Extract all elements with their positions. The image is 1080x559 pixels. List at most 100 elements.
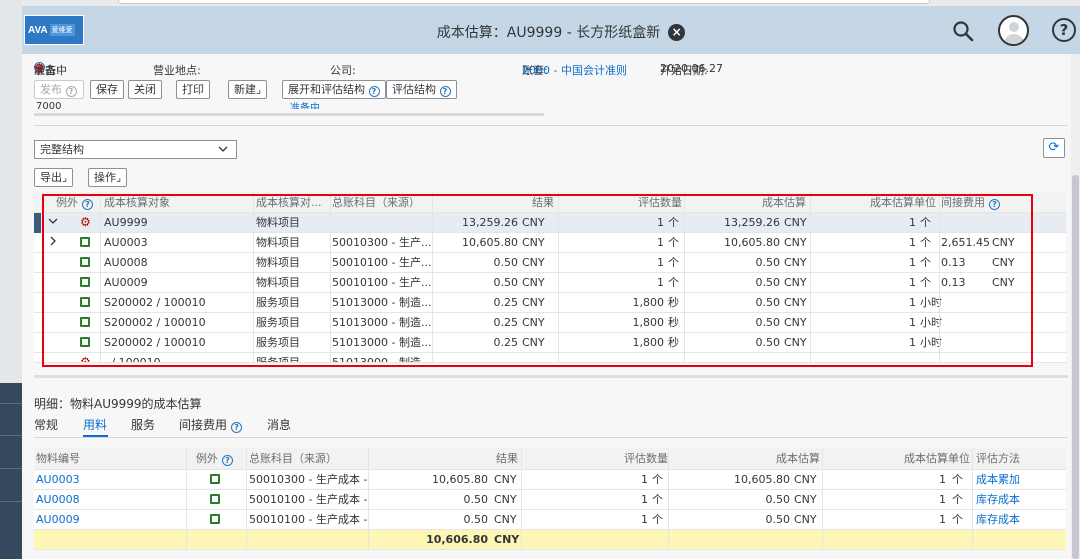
item-type: 物料项目 <box>256 256 300 269</box>
tab-materials[interactable]: 用料 <box>83 416 107 433</box>
gl-account: 50010300 - 生产成本 -... <box>249 473 369 486</box>
cost-object: S200002 / 100010 <box>104 296 206 309</box>
material-link[interactable]: AU0008 <box>36 490 186 510</box>
close-circle-icon[interactable]: × <box>668 23 686 41</box>
overhead-value <box>941 353 997 362</box>
overhead-currency <box>992 353 1028 362</box>
result-currency: CNY <box>522 336 545 349</box>
field-value-link[interactable]: 准备中 <box>290 99 320 109</box>
gl-account: 51013000 - 制造... <box>332 296 432 309</box>
search-icon[interactable] <box>952 20 974 42</box>
expand-chevron-icon[interactable] <box>48 233 60 253</box>
valuation-method-link[interactable]: 成本累加 <box>976 470 1066 490</box>
result-value: 13,259.26 <box>462 216 518 229</box>
help-icon[interactable]: ? <box>222 455 233 466</box>
help-icon: ? <box>368 86 380 97</box>
tab-general[interactable]: 常规 <box>34 416 58 433</box>
table-row[interactable]: AU0008 50010100 - 生产成本 -... 0.50 CNY 1 个 0.50 C… <box>34 490 1066 510</box>
expand-evaluate-button[interactable]: 展开和评估结构 ? <box>282 80 386 99</box>
help-icon[interactable]: ? <box>231 422 243 433</box>
valuation-method-link[interactable]: 库存成本 <box>976 510 1066 530</box>
result-currency: CNY <box>522 316 545 329</box>
tab-label: 服务 <box>131 418 156 432</box>
table-row[interactable]: AU0003 50010300 - 生产成本 -... 10,605.80 CNY 1 个… <box>34 470 1066 490</box>
left-nav-panel <box>0 383 22 559</box>
column-header: 例外? <box>196 448 236 468</box>
column-header: 成本核算对象 <box>104 196 170 209</box>
estimate-currency: CNY <box>784 236 807 249</box>
status-ok-icon <box>80 317 90 327</box>
collapse-chevron-icon[interactable] <box>48 213 60 233</box>
eval-quantity: 1 <box>641 473 648 486</box>
table-row[interactable]: AU0003 物料项目 50010300 - 生产... 10,605.80 CNY 1 个… <box>34 233 1066 253</box>
result-value: 0.25 <box>493 336 519 349</box>
table-row[interactable]: AU0009 物料项目 50010100 - 生产... 0.50 CNY 1 个 0.50 C… <box>34 273 1066 293</box>
close-button[interactable]: 关闭 <box>128 80 162 99</box>
table-row[interactable]: S200002 / 100010 服务项目 51013000 - 制造... 0.25… <box>34 293 1066 313</box>
cost-object: AU0003 <box>104 236 148 249</box>
export-button[interactable]: 导出⌟ <box>34 168 74 187</box>
operations-button[interactable]: 操作⌟ <box>88 168 128 187</box>
table-row[interactable]: S200002 / 100010 服务项目 51013000 - 制造... 0.25… <box>34 313 1066 333</box>
publish-button[interactable]: 发布 ? <box>34 80 84 99</box>
overhead-currency <box>992 213 1028 233</box>
ledger-link[interactable]: 2000 - 中国会计准则 <box>522 62 627 78</box>
estimate-currency: CNY <box>794 493 817 506</box>
help-icon[interactable]: ? <box>989 199 1000 210</box>
exception-cell <box>210 510 226 530</box>
eval-unit <box>668 353 684 362</box>
shell-header: AVA 爱维爱 成本估算：AU9999 - 长方形纸盒新 × ? <box>22 6 1080 54</box>
eval-quantity: 1,800 <box>632 316 665 329</box>
table-row[interactable]: S200002 / 100010 服务项目 51013000 - 制造... 0.25… <box>34 333 1066 353</box>
object-header: 状态: ? 准备中 ⚙ 营业地点: 公司: 账套: 2000 - 中国会计准则 … <box>34 62 1064 78</box>
eval-quantity: 1 <box>641 493 648 506</box>
tab-overhead[interactable]: 间接费用? <box>179 416 243 433</box>
app-title: 成本估算：AU9999 - 长方形纸盒新 <box>436 25 661 41</box>
user-avatar[interactable] <box>998 15 1029 46</box>
estimate-unit: 个 <box>952 513 963 526</box>
evaluate-structure-button[interactable]: 评估结构 ? <box>386 80 457 99</box>
tab-label: 常规 <box>34 418 59 432</box>
tab-services[interactable]: 服务 <box>131 416 155 433</box>
table-row[interactable]: ⚙ AU9999 物料项目 13,259.26 CNY 1 个 13,259.26 CNY 1 个 <box>34 213 1066 233</box>
scrollbar-thumb[interactable] <box>1072 175 1079 559</box>
app-title-bar: 成本估算：AU9999 - 长方形纸盒新 × <box>22 22 1080 42</box>
column-header: 成本估算单位 <box>904 452 970 465</box>
result-value: 0.50 <box>493 256 519 269</box>
table-row[interactable]: ⚙ - / 100010 服务项目 51013000 - 制造... <box>34 353 1066 363</box>
overhead-currency <box>992 313 1028 333</box>
estimate-currency: CNY <box>784 256 807 269</box>
overhead-value <box>941 313 997 333</box>
result-value <box>434 353 518 362</box>
cost-estimate: 0.50 <box>755 316 781 329</box>
result-value: 10,605.80 <box>462 236 518 249</box>
help-icon[interactable]: ? <box>82 199 93 210</box>
gl-account: 51013000 - 制造... <box>332 336 432 349</box>
new-button[interactable]: 新建⌟ <box>228 80 268 99</box>
estimate-currency: CNY <box>784 216 807 229</box>
tab-messages[interactable]: 消息 <box>267 416 291 433</box>
valuation-method-link[interactable]: 库存成本 <box>976 490 1066 510</box>
overhead-currency: CNY <box>992 236 1015 249</box>
material-link[interactable]: AU0009 <box>36 510 186 530</box>
eval-quantity: 1 <box>657 236 664 249</box>
save-button[interactable]: 保存 <box>90 80 124 99</box>
table-row[interactable]: AU0009 50010100 - 生产成本 -... 0.50 CNY 1 个 0.50 C… <box>34 510 1066 530</box>
refresh-button[interactable]: ⟳ <box>1043 138 1065 158</box>
estimate-currency: CNY <box>784 296 807 309</box>
print-button[interactable]: 打印 <box>176 80 210 99</box>
gl-account: 51013000 - 制造... <box>332 316 432 329</box>
material-link[interactable]: AU0003 <box>36 470 186 490</box>
column-header: 物料编号 <box>36 452 80 465</box>
browser-address-field[interactable] <box>118 0 930 4</box>
table-row[interactable]: AU0008 物料项目 50010100 - 生产... 0.50 CNY 1 个 0.50 C… <box>34 253 1066 273</box>
help-icon[interactable]: ? <box>1052 18 1076 42</box>
status-ok-icon <box>210 474 220 484</box>
overhead-value: 0.13 <box>941 256 966 269</box>
structure-select[interactable]: 完整结构 <box>34 140 237 159</box>
overhead-value <box>941 333 997 353</box>
column-header: 评估数量 <box>638 196 682 209</box>
refresh-icon: ⟳ <box>1048 140 1060 155</box>
estimate-currency: CNY <box>784 316 807 329</box>
estimate-unit-qty: 1 <box>909 216 916 229</box>
